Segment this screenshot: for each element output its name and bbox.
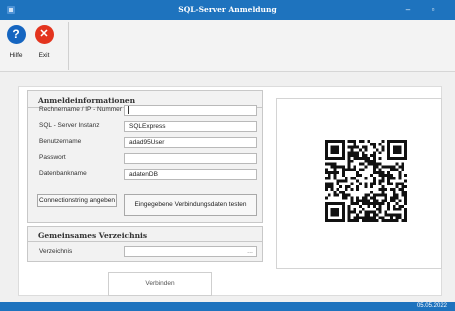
toolbar: ? Hilfe ✕ Exit bbox=[0, 20, 455, 72]
shared-section-title: Gemeinsames Verzeichnis bbox=[38, 231, 148, 240]
username-label: Benutzername bbox=[39, 138, 82, 145]
help-button[interactable]: ? Hilfe bbox=[2, 25, 30, 59]
window-title: SQL-Server Anmeldung bbox=[178, 5, 277, 14]
test-connection-button[interactable]: Eingegebene Verbindungsdaten testen bbox=[124, 194, 257, 216]
shared-section-divider bbox=[28, 241, 262, 242]
browse-directory-button[interactable]: ... bbox=[247, 247, 253, 256]
connectionstring-button[interactable]: Connectionstring angeben bbox=[37, 194, 117, 207]
password-label: Passwort bbox=[39, 154, 66, 161]
maximize-button[interactable]: ▫ bbox=[420, 0, 446, 20]
connect-button[interactable]: Verbinden bbox=[108, 272, 212, 296]
password-input[interactable] bbox=[124, 153, 257, 164]
qr-code-icon bbox=[325, 140, 407, 222]
exit-icon: ✕ bbox=[34, 25, 54, 44]
help-icon: ? bbox=[6, 25, 26, 44]
toolbar-separator bbox=[68, 22, 69, 70]
exit-button[interactable]: ✕ Exit bbox=[30, 25, 58, 59]
instance-label: SQL - Server Instanz bbox=[39, 122, 100, 129]
text-caret bbox=[128, 106, 129, 114]
hostname-input[interactable] bbox=[124, 105, 257, 116]
login-section-title: Anmeldeinformationen bbox=[38, 96, 136, 105]
status-date: 05.05.2022 bbox=[416, 303, 447, 309]
help-label: Hilfe bbox=[9, 52, 23, 59]
title-bar: SQL-Server Anmeldung – ▫ x bbox=[0, 0, 455, 20]
minimize-button[interactable]: – bbox=[395, 0, 421, 20]
close-window-button[interactable]: x bbox=[445, 0, 455, 20]
exit-label: Exit bbox=[38, 52, 50, 59]
instance-input[interactable] bbox=[124, 121, 257, 132]
hostname-label: Rechnername / IP - Nummer bbox=[39, 106, 122, 113]
username-input[interactable] bbox=[124, 137, 257, 148]
database-label: Datenbankname bbox=[39, 170, 87, 177]
directory-input[interactable]: ... bbox=[124, 246, 257, 257]
database-input[interactable] bbox=[124, 169, 257, 180]
directory-label: Verzeichnis bbox=[39, 248, 73, 255]
status-bar: 05.05.2022 bbox=[0, 302, 455, 311]
